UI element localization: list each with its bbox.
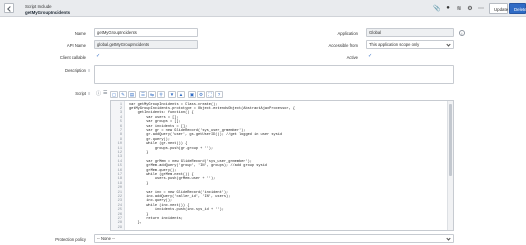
line-number: 2 — [119, 106, 122, 111]
active-label: Active — [346, 55, 358, 60]
description-label: Description — [65, 68, 86, 73]
line-number: 11 — [117, 146, 122, 151]
code-line: } — [129, 150, 149, 155]
find-next-icon[interactable]: ▼ — [168, 91, 176, 98]
line-number: 29 — [117, 225, 122, 230]
toggle-comment-icon[interactable]: ▢ — [110, 91, 118, 98]
line-number: 12 — [117, 150, 122, 155]
code-line: }, — [129, 221, 142, 226]
name-input[interactable]: getMyGroupIncidents — [94, 28, 198, 37]
client-callable-checkbox[interactable]: ✓ — [96, 54, 101, 59]
protection-policy-select[interactable]: -- None -- — [94, 234, 454, 243]
line-number: 5 — [119, 120, 122, 125]
line-number: 4 — [119, 115, 122, 120]
code-line: incidents.push(inc.sys_id + ''); — [129, 208, 224, 213]
editor-toolbar: ▢ ✎ ▤ ☰ ⇆ ⚲ ▼ ▲ ▣ ⚙ ⛶ ? — [110, 90, 224, 99]
line-number: 23 — [117, 199, 122, 204]
scroll-thumb[interactable] — [449, 104, 452, 176]
protection-policy-label: Protection policy — [55, 237, 86, 242]
find-prev-icon[interactable]: ▲ — [177, 91, 185, 98]
name-label: Name — [74, 31, 86, 36]
code-line: var inc = new GlideRecord('incident'); — [129, 190, 229, 195]
paperclip-icon[interactable]: 📎 — [433, 4, 441, 12]
editor-scrollbar[interactable] — [447, 101, 453, 230]
line-number: 26 — [117, 212, 122, 217]
save-icon[interactable]: ▣ — [188, 91, 196, 98]
line-number: 3 — [119, 111, 122, 116]
script-editor[interactable]: 1 2 3 4 5 6 7 8 9 10 11 12 13 14 15 16 17 18 19 20 21 22 23 24 2… — [110, 100, 454, 231]
line-number: 22 — [117, 194, 122, 199]
editor-help-icon[interactable]: ? — [215, 91, 223, 98]
api-name-field: global.getMyGroupIncidents — [94, 40, 198, 49]
uncomment-icon[interactable]: ▤ — [128, 91, 136, 98]
delete-button[interactable]: Delete — [509, 3, 526, 14]
accessible-from-label: Accessible from — [328, 43, 358, 48]
comment-icon[interactable]: ✎ — [119, 91, 127, 98]
line-number: 19 — [117, 181, 122, 186]
help-circle-icon[interactable]: ⓘ — [96, 90, 101, 97]
api-name-label: API Name — [66, 43, 86, 48]
line-number: 17 — [117, 172, 122, 177]
fullscreen-icon[interactable]: ⛶ — [206, 91, 214, 98]
search-icon[interactable]: ⚲ — [157, 91, 165, 98]
help-icon[interactable]: ● — [444, 4, 452, 12]
line-number: 28 — [117, 221, 122, 226]
script-label: Script — [75, 91, 86, 96]
code-line: grMem.addQuery('group', 'IN', groups); /… — [129, 164, 268, 169]
line-number: 7 — [119, 128, 122, 133]
format-icon[interactable]: ☰ — [103, 90, 107, 96]
replace-icon[interactable]: ⇆ — [148, 91, 156, 98]
line-number: 10 — [117, 142, 122, 147]
line-number: 24 — [117, 203, 122, 208]
client-callable-label: Client callable — [59, 55, 86, 60]
line-number: 21 — [117, 190, 122, 195]
line-number: 6 — [119, 124, 122, 129]
back-icon[interactable] — [4, 3, 14, 13]
more-icon[interactable]: ⋯ — [477, 4, 485, 12]
application-label: Application — [337, 31, 359, 36]
code-line: } — [129, 212, 149, 217]
update-button[interactable]: Update — [489, 3, 508, 14]
activity-icon[interactable]: ≋ — [455, 4, 463, 12]
code-line: gr.addQuery('user', gs.getUserID()); //g… — [129, 133, 283, 138]
line-number: 14 — [117, 159, 122, 164]
format-code-icon[interactable]: ☰ — [139, 91, 147, 98]
line-gutter: 1 2 3 4 5 6 7 8 9 10 11 12 13 14 15 16 17 18 19 20 21 22 23 24 2… — [111, 101, 125, 230]
description-textarea[interactable] — [94, 65, 454, 84]
code-line: users.push(grMem.user + ''); — [129, 177, 216, 182]
line-number: 16 — [117, 168, 122, 173]
accessible-from-select[interactable]: This application scope only — [366, 40, 454, 49]
code-line: } — [129, 181, 149, 186]
script-info-icon[interactable]: ≡ — [88, 91, 90, 96]
script-debugger-icon[interactable]: ⚙ — [197, 91, 205, 98]
record-type-label: Script Include — [25, 4, 52, 9]
code-line: grMem.query(); — [129, 168, 177, 173]
line-number: 25 — [117, 208, 122, 213]
line-number: 1 — [119, 102, 122, 107]
settings-icon[interactable]: ⚙ — [466, 4, 474, 12]
translate-icon[interactable]: ≡ — [88, 68, 90, 73]
line-number: 9 — [119, 137, 122, 142]
line-number: 18 — [117, 177, 122, 182]
line-number: 8 — [119, 133, 122, 138]
code-line: inc.query(); — [129, 199, 173, 204]
code-line: while (gr.next()) { — [129, 142, 188, 147]
active-checkbox[interactable]: ✓ — [368, 54, 373, 59]
record-name-label: getMyGroupIncidents — [25, 9, 71, 15]
line-number: 15 — [117, 164, 122, 169]
line-number: 13 — [117, 155, 122, 160]
form-header: Script Include getMyGroupIncidents 📎 ● ≋… — [0, 0, 526, 17]
application-field: Global — [366, 28, 454, 37]
line-number: 20 — [117, 186, 122, 191]
code-line: var incidents = []; — [129, 124, 188, 129]
line-number: 27 — [117, 216, 122, 221]
code-line: getIncidents: function() { — [129, 111, 194, 116]
info-icon[interactable]: i — [459, 29, 465, 36]
code-line: var groups = []; — [129, 120, 181, 125]
code-line: var getMyGroupIncidents = Class.create()… — [129, 102, 218, 107]
code-line: groups.push(gr.group + ''); — [129, 146, 214, 151]
